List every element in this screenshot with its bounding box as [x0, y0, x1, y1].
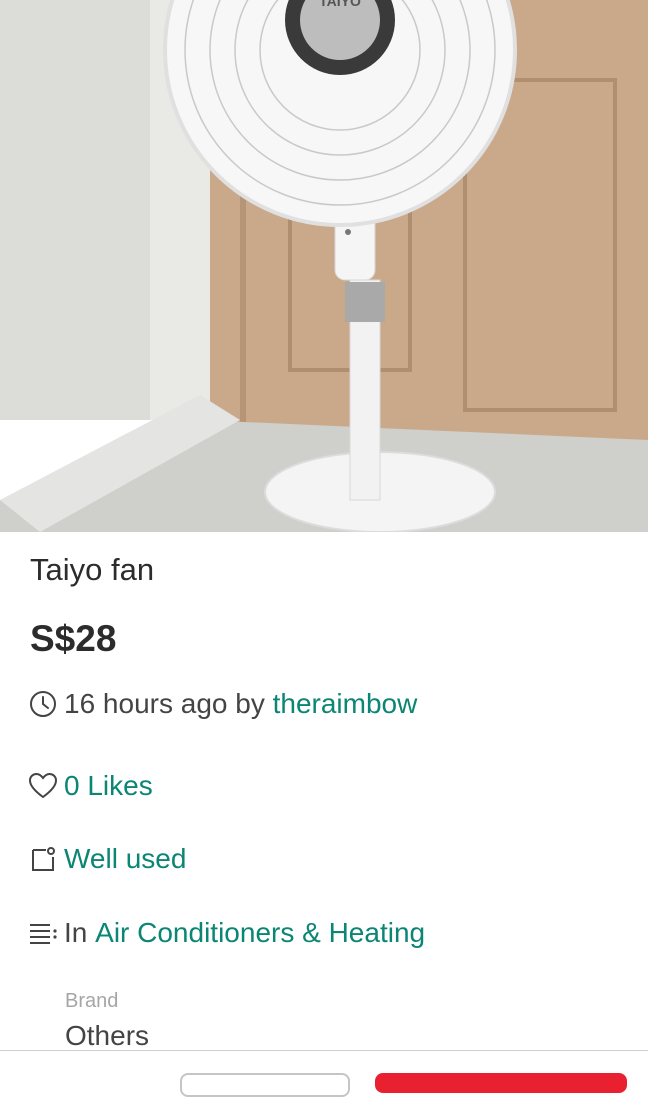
- listing-price: S$28: [30, 618, 117, 659]
- clock-icon: [28, 689, 58, 719]
- posted-time: 16 hours ago by: [64, 688, 265, 719]
- bottom-action-bar: [0, 1050, 648, 1097]
- heart-icon[interactable]: [28, 771, 58, 801]
- product-photo[interactable]: TAIYO: [0, 0, 648, 532]
- condition-row: Well used: [28, 843, 186, 875]
- category-link[interactable]: Air Conditioners & Heating: [95, 917, 425, 949]
- tag-icon: [28, 844, 58, 874]
- category-row: In Air Conditioners & Heating: [28, 917, 425, 949]
- likes-row[interactable]: 0 Likes: [28, 770, 153, 802]
- condition-value[interactable]: Well used: [64, 843, 186, 875]
- brand-label: Brand: [65, 990, 119, 1012]
- seller-link[interactable]: theraimbow: [273, 688, 418, 720]
- posted-row: 16 hours ago by theraimbow: [28, 688, 417, 720]
- primary-action-button[interactable]: [375, 1073, 627, 1093]
- category-prefix: In: [64, 917, 88, 948]
- secondary-action-button[interactable]: [180, 1073, 350, 1097]
- list-icon: [28, 918, 58, 948]
- fan-logo-text: TAIYO: [319, 0, 361, 9]
- listing-title: Taiyo fan: [30, 552, 155, 587]
- likes-count[interactable]: 0 Likes: [64, 770, 153, 802]
- brand-value: Others: [65, 1020, 150, 1051]
